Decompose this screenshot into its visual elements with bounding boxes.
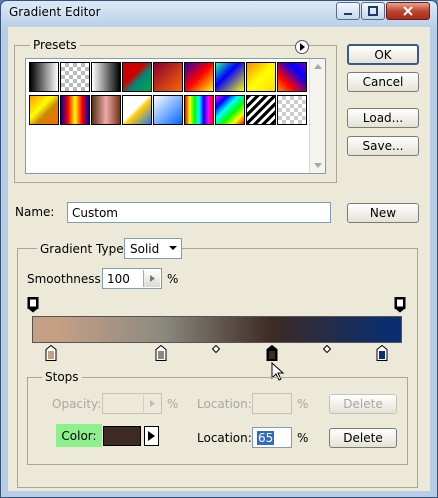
presets-menu-button[interactable] — [295, 40, 309, 54]
preset-swatch[interactable] — [153, 95, 183, 125]
opacity-location-label: Location: — [197, 397, 252, 411]
preset-swatch[interactable] — [29, 95, 59, 125]
minimize-button[interactable] — [336, 2, 360, 20]
color-stop-4[interactable] — [376, 345, 388, 361]
preset-swatch[interactable] — [122, 62, 152, 92]
color-label: Color: — [56, 424, 102, 447]
chevron-down-icon — [169, 246, 177, 250]
stops-label: Stops — [42, 370, 82, 384]
preset-swatch[interactable] — [246, 62, 276, 92]
gradient-preview-bar[interactable] — [32, 316, 402, 343]
new-button[interactable]: New — [347, 203, 419, 223]
save-button[interactable]: Save... — [347, 136, 419, 156]
opacity-input[interactable] — [102, 393, 162, 414]
color-stop-1[interactable] — [45, 345, 57, 361]
preset-swatch[interactable] — [29, 62, 59, 92]
window-title: Gradient Editor — [9, 5, 101, 19]
presets-swatch-grid — [29, 62, 307, 128]
midpoint-diamond-1[interactable] — [212, 345, 220, 353]
scroll-up-icon[interactable] — [314, 63, 322, 69]
presets-list — [25, 58, 326, 174]
presets-label: Presets — [30, 38, 80, 52]
preset-swatch[interactable] — [215, 95, 245, 125]
play-arrow-icon — [300, 43, 305, 51]
color-location-label: Location: — [197, 431, 252, 445]
opacity-label: Opacity: — [52, 397, 102, 411]
opacity-slider-button[interactable] — [143, 395, 160, 412]
load-button[interactable]: Load... — [347, 108, 419, 128]
preset-swatch[interactable] — [215, 62, 245, 92]
preset-swatch[interactable] — [277, 95, 307, 125]
name-label: Name: — [15, 205, 55, 219]
opacity-unit: % — [167, 397, 179, 411]
color-delete-button[interactable]: Delete — [329, 428, 397, 448]
name-input[interactable]: Custom — [67, 202, 331, 223]
preset-swatch[interactable] — [184, 95, 214, 125]
color-menu-button[interactable] — [144, 426, 159, 446]
stop-color-swatch[interactable] — [103, 426, 141, 446]
preset-swatch[interactable] — [153, 62, 183, 92]
maximize-button[interactable] — [361, 2, 385, 20]
gradient-type-label: Gradient Type: — [37, 242, 131, 256]
preset-swatch[interactable] — [91, 62, 121, 92]
opacity-location-unit: % — [297, 397, 309, 411]
opacity-stop-left[interactable] — [27, 297, 39, 313]
color-location-value: 65 — [257, 430, 275, 445]
gradient-type-value: Solid — [130, 241, 160, 256]
preset-swatch[interactable] — [122, 95, 152, 125]
stops-group — [27, 377, 408, 465]
midpoint-diamond-2[interactable] — [323, 345, 331, 353]
preset-swatch[interactable] — [91, 95, 121, 125]
maximize-icon — [368, 6, 378, 16]
opacity-location-input[interactable] — [252, 393, 292, 414]
opacity-delete-button[interactable]: Delete — [329, 394, 397, 414]
color-stop-2[interactable] — [155, 345, 167, 361]
gradient-type-select[interactable]: Solid — [124, 238, 182, 259]
slider-arrow-icon — [149, 275, 155, 282]
close-button[interactable] — [386, 2, 430, 20]
cancel-button[interactable]: Cancel — [347, 72, 419, 92]
preset-swatch[interactable] — [60, 95, 90, 125]
gradient-editor-window: Gradient Editor Presets OK Cancel Load..… — [0, 0, 438, 498]
slider-arrow-icon — [149, 400, 155, 407]
smoothness-slider-button[interactable] — [143, 270, 160, 287]
dialog-body: Presets OK Cancel Load... Save... Name: … — [8, 27, 430, 491]
smoothness-value: 100 — [107, 271, 130, 286]
scroll-down-icon[interactable] — [314, 163, 322, 169]
close-icon — [403, 6, 413, 16]
smoothness-input[interactable]: 100 — [102, 268, 162, 289]
color-location-input[interactable]: 65 — [252, 427, 292, 448]
preset-swatch[interactable] — [246, 95, 276, 125]
name-value: Custom — [72, 205, 118, 220]
presets-scrollbar[interactable] — [309, 59, 325, 173]
smoothness-unit: % — [167, 272, 179, 286]
ok-button[interactable]: OK — [347, 44, 419, 65]
color-stop-3-selected[interactable] — [266, 345, 278, 361]
preset-swatch[interactable] — [60, 62, 90, 92]
minimize-icon — [344, 13, 352, 15]
opacity-stop-right[interactable] — [394, 297, 406, 313]
preset-swatch[interactable] — [184, 62, 214, 92]
color-location-unit: % — [297, 431, 309, 445]
smoothness-label: Smoothness: — [27, 272, 105, 286]
play-arrow-icon — [148, 431, 155, 441]
preset-swatch[interactable] — [277, 62, 307, 92]
